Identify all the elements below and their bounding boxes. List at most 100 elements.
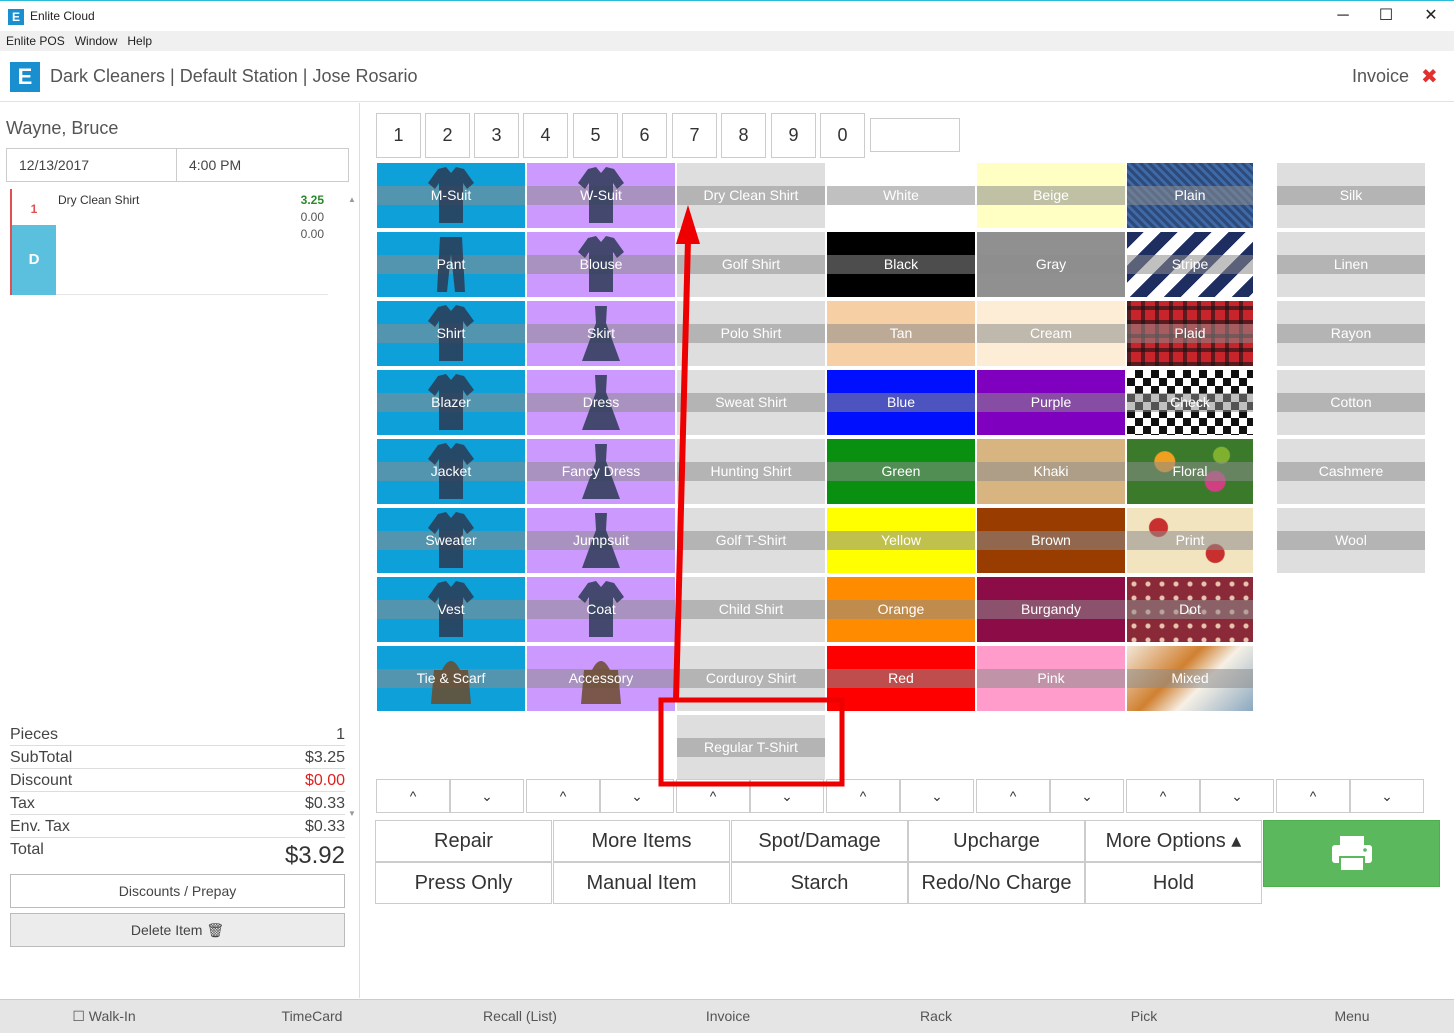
tile-green[interactable]: Green — [827, 439, 975, 504]
scroll-down-button[interactable]: ⌄ — [900, 779, 974, 813]
tile-stripe[interactable]: Stripe — [1127, 232, 1253, 297]
close-window-button[interactable]: ✕ — [1411, 5, 1451, 27]
scroll-down-button[interactable]: ⌄ — [1200, 779, 1274, 813]
menu-enlite-pos[interactable]: Enlite POS — [6, 31, 65, 51]
tile-black[interactable]: Black — [827, 232, 975, 297]
numpad-6[interactable]: 6 — [622, 113, 667, 158]
tile-wool[interactable]: Wool — [1277, 508, 1425, 573]
tile-sweat-shirt[interactable]: Sweat Shirt — [677, 370, 825, 435]
print-button[interactable] — [1263, 820, 1440, 887]
tile-purple[interactable]: Purple — [977, 370, 1125, 435]
tile-check[interactable]: Check — [1127, 370, 1253, 435]
numpad-3[interactable]: 3 — [474, 113, 519, 158]
tile-red[interactable]: Red — [827, 646, 975, 711]
numpad-7[interactable]: 7 — [672, 113, 717, 158]
tile-gray[interactable]: Gray — [977, 232, 1125, 297]
discounts-prepay-button[interactable]: Discounts / Prepay — [10, 874, 345, 908]
tile-plain[interactable]: Plain — [1127, 163, 1253, 228]
scroll-down-button[interactable]: ⌄ — [1050, 779, 1124, 813]
menu-help[interactable]: Help — [127, 31, 152, 51]
tile-hunting-shirt[interactable]: Hunting Shirt — [677, 439, 825, 504]
scroll-up-button[interactable]: ^ — [676, 779, 750, 813]
scroll-down-icon[interactable]: ▼ — [348, 809, 356, 818]
time-field[interactable]: 4:00 PM — [176, 148, 349, 182]
scroll-up-button[interactable]: ^ — [1276, 779, 1350, 813]
tile-blouse[interactable]: Blouse — [527, 232, 675, 297]
tile-white[interactable]: White — [827, 163, 975, 228]
tile-golf-shirt[interactable]: Golf Shirt — [677, 232, 825, 297]
tile-golf-t-shirt[interactable]: Golf T-Shirt — [677, 508, 825, 573]
numpad-5[interactable]: 5 — [573, 113, 618, 158]
list-item[interactable]: 1 D Dry Clean Shirt 3.25 0.00 0.00 — [10, 189, 328, 295]
tile-m-suit[interactable]: M-Suit — [377, 163, 525, 228]
rack-button[interactable]: Rack — [836, 1008, 1036, 1024]
redo-no-charge-button[interactable]: Redo/No Charge — [908, 862, 1085, 904]
repair-button[interactable]: Repair — [375, 820, 552, 862]
tile-cashmere[interactable]: Cashmere — [1277, 439, 1425, 504]
tile-orange[interactable]: Orange — [827, 577, 975, 642]
scroll-down-button[interactable]: ⌄ — [600, 779, 674, 813]
numpad-4[interactable]: 4 — [523, 113, 568, 158]
tile-jumpsuit[interactable]: Jumpsuit — [527, 508, 675, 573]
invoice-button[interactable]: Invoice — [628, 1008, 828, 1024]
scroll-up-icon[interactable]: ▲ — [348, 195, 356, 204]
more-options-button[interactable]: More Options ▴ — [1085, 820, 1262, 862]
recall-list-button[interactable]: Recall (List) — [420, 1008, 620, 1024]
numpad-0[interactable]: 0 — [820, 113, 865, 158]
scroll-up-button[interactable]: ^ — [826, 779, 900, 813]
tile-dry-clean-shirt[interactable]: Dry Clean Shirt — [677, 163, 825, 228]
tile-plaid[interactable]: Plaid — [1127, 301, 1253, 366]
more-items-button[interactable]: More Items — [553, 820, 730, 862]
close-invoice-icon[interactable]: ✖ — [1421, 64, 1438, 89]
press-only-button[interactable]: Press Only — [375, 862, 552, 904]
numpad-1[interactable]: 1 — [376, 113, 421, 158]
tile-corduroy-shirt[interactable]: Corduroy Shirt — [677, 646, 825, 711]
tile-coat[interactable]: Coat — [527, 577, 675, 642]
tile-shirt[interactable]: Shirt — [377, 301, 525, 366]
manual-item-button[interactable]: Manual Item — [553, 862, 730, 904]
numpad-9[interactable]: 9 — [771, 113, 816, 158]
tile-pink[interactable]: Pink — [977, 646, 1125, 711]
tile-silk[interactable]: Silk — [1277, 163, 1425, 228]
date-field[interactable]: 12/13/2017 — [6, 148, 177, 182]
hold-button[interactable]: Hold — [1085, 862, 1262, 904]
scroll-down-button[interactable]: ⌄ — [1350, 779, 1424, 813]
scroll-up-button[interactable]: ^ — [526, 779, 600, 813]
tile-tan[interactable]: Tan — [827, 301, 975, 366]
tile-jacket[interactable]: Jacket — [377, 439, 525, 504]
menu-button[interactable]: Menu — [1252, 1008, 1452, 1024]
maximize-button[interactable]: ☐ — [1366, 5, 1406, 27]
tile-fancy-dress[interactable]: Fancy Dress — [527, 439, 675, 504]
upcharge-button[interactable]: Upcharge — [908, 820, 1085, 862]
timecard-button[interactable]: TimeCard — [212, 1008, 412, 1024]
tile-rayon[interactable]: Rayon — [1277, 301, 1425, 366]
tile-yellow[interactable]: Yellow — [827, 508, 975, 573]
tile-child-shirt[interactable]: Child Shirt — [677, 577, 825, 642]
scroll-down-button[interactable]: ⌄ — [450, 779, 524, 813]
quantity-input[interactable] — [870, 118, 960, 152]
tile-blue[interactable]: Blue — [827, 370, 975, 435]
tile-cream[interactable]: Cream — [977, 301, 1125, 366]
tile-print[interactable]: Print — [1127, 508, 1253, 573]
tile-skirt[interactable]: Skirt — [527, 301, 675, 366]
tile-burgandy[interactable]: Burgandy — [977, 577, 1125, 642]
tile-brown[interactable]: Brown — [977, 508, 1125, 573]
tile-floral[interactable]: Floral — [1127, 439, 1253, 504]
tile-cotton[interactable]: Cotton — [1277, 370, 1425, 435]
tile-accessory[interactable]: Accessory — [527, 646, 675, 711]
tile-tie-scarf[interactable]: Tie & Scarf — [377, 646, 525, 711]
numpad-2[interactable]: 2 — [425, 113, 470, 158]
pick-button[interactable]: Pick — [1044, 1008, 1244, 1024]
tile-sweater[interactable]: Sweater — [377, 508, 525, 573]
delete-item-button[interactable]: Delete Item 🗑 — [10, 913, 345, 947]
walk-in-button[interactable]: ☐ Walk-In — [4, 1008, 204, 1025]
tile-vest[interactable]: Vest — [377, 577, 525, 642]
scroll-up-button[interactable]: ^ — [976, 779, 1050, 813]
tile-khaki[interactable]: Khaki — [977, 439, 1125, 504]
starch-button[interactable]: Starch — [731, 862, 908, 904]
tile-linen[interactable]: Linen — [1277, 232, 1425, 297]
minimize-button[interactable]: ─ — [1323, 5, 1363, 27]
tile-w-suit[interactable]: W-Suit — [527, 163, 675, 228]
scroll-up-button[interactable]: ^ — [376, 779, 450, 813]
tile-pant[interactable]: Pant — [377, 232, 525, 297]
